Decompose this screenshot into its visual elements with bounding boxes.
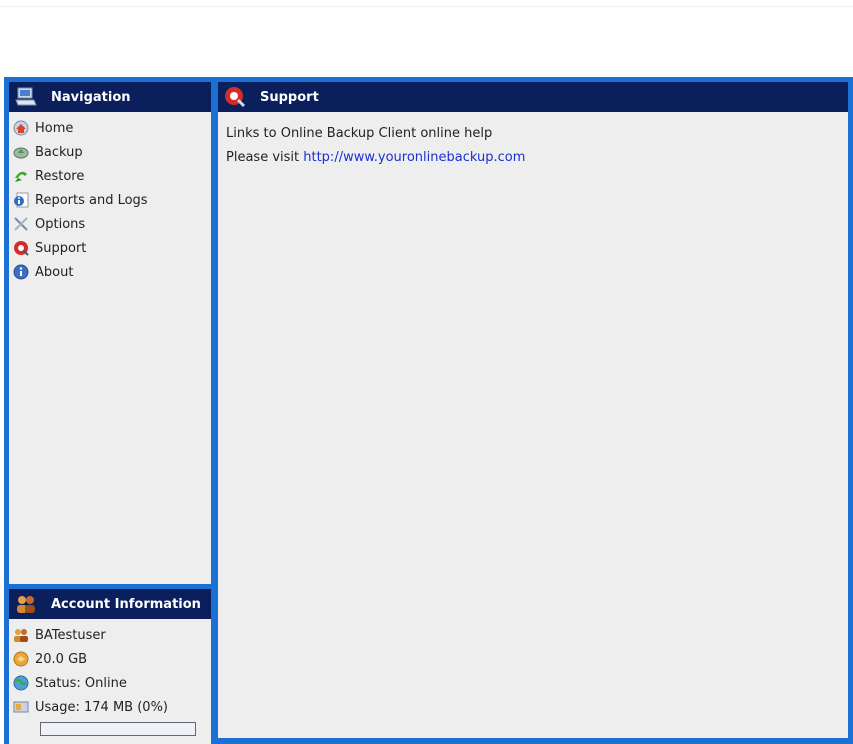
account-quota: 20.0 GB [35,651,88,667]
nav-label: Backup [35,144,83,160]
backup-icon [13,144,29,160]
account-title: Account Information [51,596,201,612]
nav-label: Support [35,240,87,256]
support-icon [224,86,246,108]
account-panel: Account Information BATestuser 20.0 GB S… [9,589,211,744]
user-group-icon [13,627,29,643]
users-icon [15,593,37,615]
support-website-link[interactable]: http://www.youronlinebackup.com [303,150,525,165]
usage-progress-bar [40,722,196,736]
support-header: Support [218,82,848,112]
usage-icon [13,699,29,715]
account-username-row: BATestuser [9,623,211,647]
reports-icon [13,192,29,208]
support-title: Support [260,89,319,105]
support-visit-prefix: Please visit [226,150,304,165]
home-icon [13,120,29,136]
top-divider [0,6,853,7]
account-header: Account Information [9,589,211,619]
nav-item-backup[interactable]: Backup [9,140,211,164]
account-usage-row: Usage: 174 MB (0%) [9,695,211,719]
navigation-header: Navigation [9,82,211,112]
account-username: BATestuser [35,627,106,643]
support-help-text: Links to Online Backup Client online hel… [226,126,493,141]
nav-item-support[interactable]: Support [9,236,211,260]
nav-label: Options [35,216,86,232]
nav-item-home[interactable]: Home [9,116,211,140]
support-visit-line: Please visit http://www.youronlinebackup… [226,146,840,170]
account-quota-row: 20.0 GB [9,647,211,671]
nav-item-options[interactable]: Options [9,212,211,236]
storage-icon [13,651,29,667]
account-status: Status: Online [35,675,127,691]
computer-icon [15,86,37,108]
nav-label: Reports and Logs [35,192,148,208]
support-content: Links to Online Backup Client online hel… [218,112,848,180]
account-usage: Usage: 174 MB (0%) [35,699,168,715]
nav-label: About [35,264,74,280]
nav-label: Restore [35,168,85,184]
support-icon [13,240,29,256]
navigation-title: Navigation [51,89,131,105]
nav-label: Home [35,120,74,136]
nav-item-about[interactable]: About [9,260,211,284]
about-icon [13,264,29,280]
account-status-row: Status: Online [9,671,211,695]
options-icon [13,216,29,232]
navigation-panel: Navigation Home Backup Restore Reports a… [9,82,211,584]
app-window: Navigation Home Backup Restore Reports a… [4,77,853,744]
support-panel: Support Links to Online Backup Client on… [218,82,848,738]
nav-item-reports-and-logs[interactable]: Reports and Logs [9,188,211,212]
globe-icon [13,675,29,691]
nav-item-restore[interactable]: Restore [9,164,211,188]
restore-icon [13,168,29,184]
